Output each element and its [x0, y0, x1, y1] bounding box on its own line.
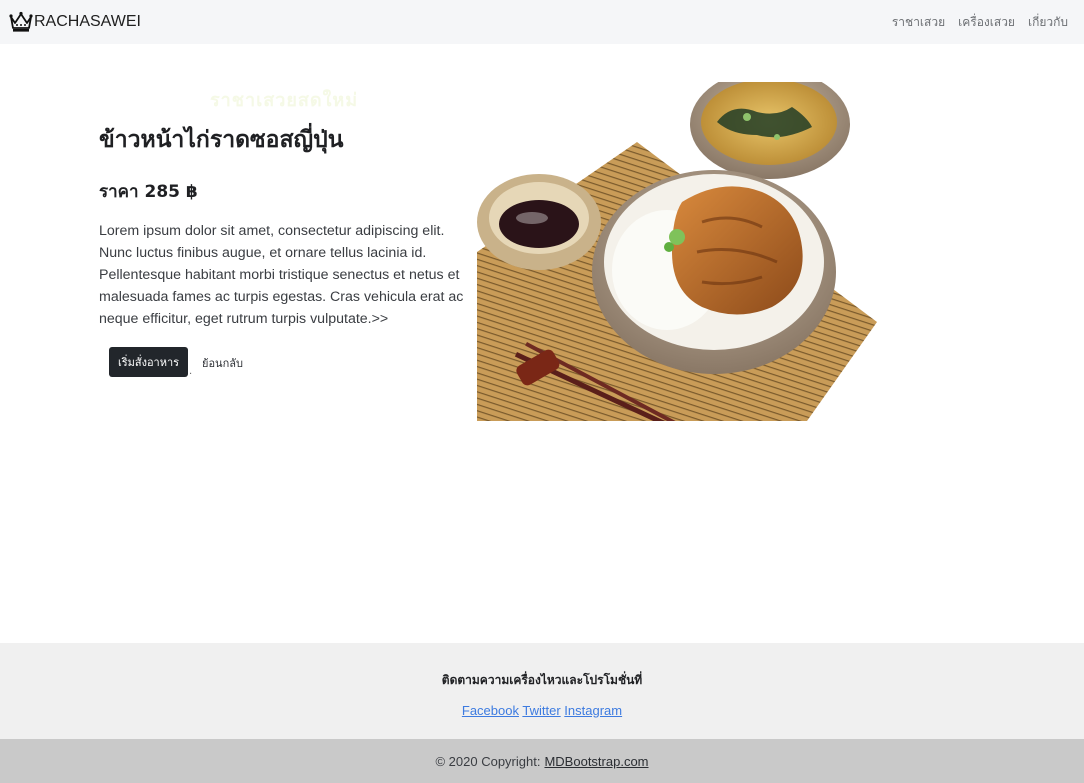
facebook-link[interactable]: Facebook [462, 703, 519, 718]
follow-text: ติดตามความเครื่องไหวและโปรโมชั่นที่ [441, 673, 643, 687]
back-button[interactable]: ย้อนกลับ [202, 354, 243, 372]
navbar: RACHASAWEI ราชาเสวย เครื่องเสวย เกี่ยวกั… [0, 0, 1084, 44]
brand-link[interactable]: RACHASAWEI [9, 11, 141, 33]
dish-price: ราคา 285 ฿ [99, 182, 198, 202]
nav-link-about[interactable]: เกี่ยวกับ [1028, 13, 1068, 32]
copyright-link[interactable]: MDBootstrap.com [544, 754, 648, 769]
nav-link-home[interactable]: ราชาเสวย [892, 13, 945, 32]
crown-icon [9, 11, 33, 32]
footer-copyright: © 2020 Copyright: MDBootstrap.com [0, 739, 1084, 783]
dish-description: Lorem ipsum dolor sit amet, consectetur … [99, 223, 464, 327]
dish-title: ข้าวหน้าไก่ราดซอสญี่ปุ่น [99, 127, 344, 153]
instagram-link[interactable]: Instagram [564, 703, 622, 718]
nav-links: ราชาเสวย เครื่องเสวย เกี่ยวกับ [892, 0, 1068, 44]
brand-name: RACHASAWEI [34, 13, 141, 30]
start-order-button[interactable]: เริ่มสั่งอาหาร [109, 347, 188, 377]
copyright-text: © 2020 Copyright: [435, 753, 541, 769]
faint-heading: ราชาเสวยสดใหม่ [210, 90, 359, 111]
footer-social-section: ติดตามความเครื่องไหวและโปรโมชั่นที่ Face… [0, 643, 1084, 739]
twitter-link[interactable]: Twitter [522, 703, 560, 718]
nav-link-menu[interactable]: เครื่องเสวย [958, 13, 1015, 32]
social-links: Facebook Twitter Instagram [0, 703, 1084, 718]
food-photo [477, 82, 877, 421]
separator-dot: . [189, 366, 193, 377]
